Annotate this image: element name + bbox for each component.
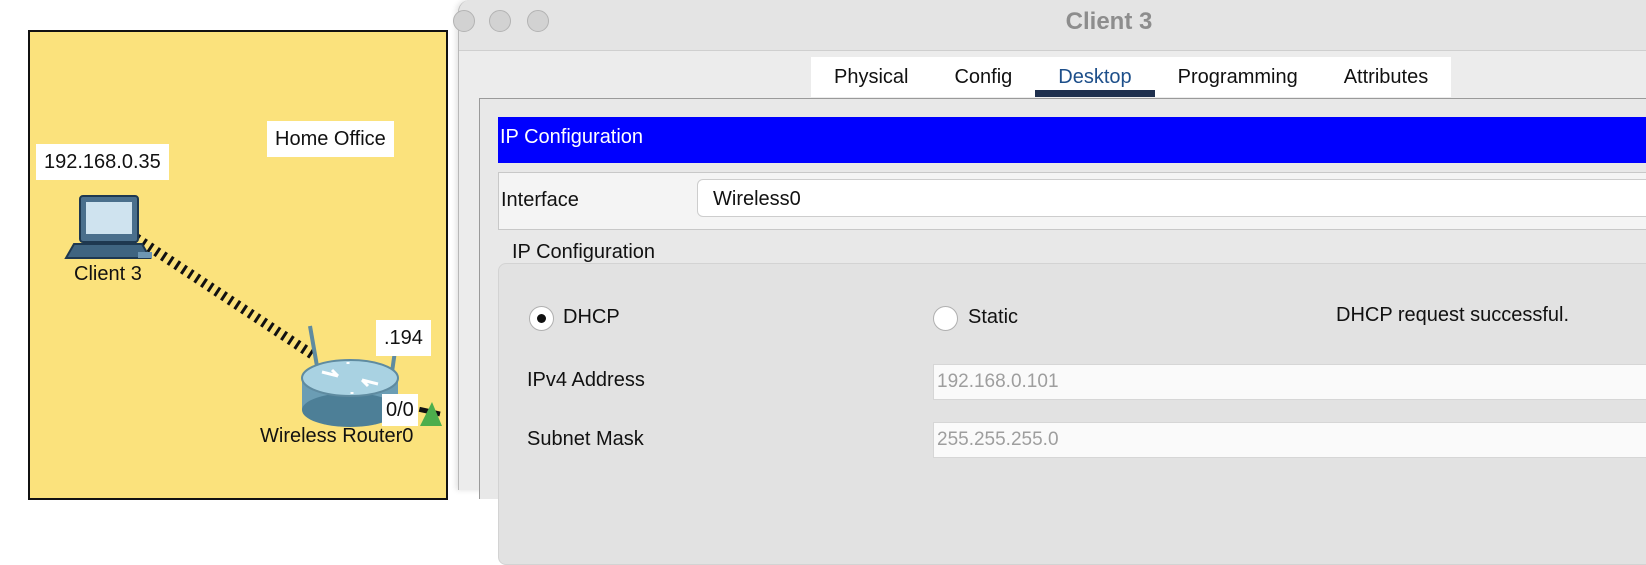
ipv4-address-field[interactable]: 192.168.0.101 — [933, 364, 1646, 400]
port-label: 0/0 — [382, 394, 418, 426]
static-radio[interactable] — [933, 306, 958, 331]
subnet-mask-label: Subnet Mask — [527, 428, 644, 450]
topology-canvas[interactable]: Home Office 192.168.0.35 Client 3 .194 0… — [0, 0, 460, 500]
tab-desktop[interactable]: Desktop — [1035, 57, 1156, 97]
client-ip-note[interactable]: 192.168.0.35 — [36, 144, 169, 180]
router-label[interactable]: Wireless Router0 — [260, 425, 413, 448]
tab-bar: Physical Config Desktop Programming Attr… — [811, 57, 1452, 97]
ip-configuration-panel: IP Configuration Interface Wireless0 IP … — [479, 98, 1646, 565]
device-window: Client 3 Physical Config Desktop Program… — [453, 0, 1646, 565]
tab-physical[interactable]: Physical — [811, 57, 931, 97]
router-ip-note[interactable]: .194 — [376, 320, 431, 356]
tab-programming[interactable]: Programming — [1155, 57, 1321, 97]
window-title: Client 3 — [1065, 8, 1153, 35]
interface-row: Interface Wireless0 — [498, 172, 1646, 230]
interface-label: Interface — [501, 189, 579, 211]
window-titlebar[interactable]: Client 3 — [453, 0, 1646, 51]
client-pc-icon[interactable] — [64, 195, 152, 259]
tab-config[interactable]: Config — [931, 57, 1035, 97]
subnet-mask-field[interactable]: 255.255.255.0 — [933, 422, 1646, 458]
dhcp-status-message: DHCP request successful. — [1336, 304, 1570, 326]
ip-config-group-title: IP Configuration — [512, 241, 656, 263]
dhcp-label[interactable]: DHCP — [563, 306, 620, 329]
interface-select[interactable]: Wireless0 — [697, 179, 1646, 217]
static-label[interactable]: Static — [968, 306, 1018, 329]
ip-configuration-header: IP Configuration — [498, 117, 1646, 163]
client-label[interactable]: Client 3 — [74, 263, 142, 286]
dhcp-radio[interactable] — [529, 306, 554, 331]
area-label[interactable]: Home Office — [267, 121, 394, 157]
ip-config-group: DHCP Static DHCP request successful. IPv… — [498, 263, 1646, 565]
tab-attributes[interactable]: Attributes — [1321, 57, 1451, 97]
wireless-link — [133, 233, 319, 362]
ipv4-address-label: IPv4 Address — [527, 369, 645, 391]
